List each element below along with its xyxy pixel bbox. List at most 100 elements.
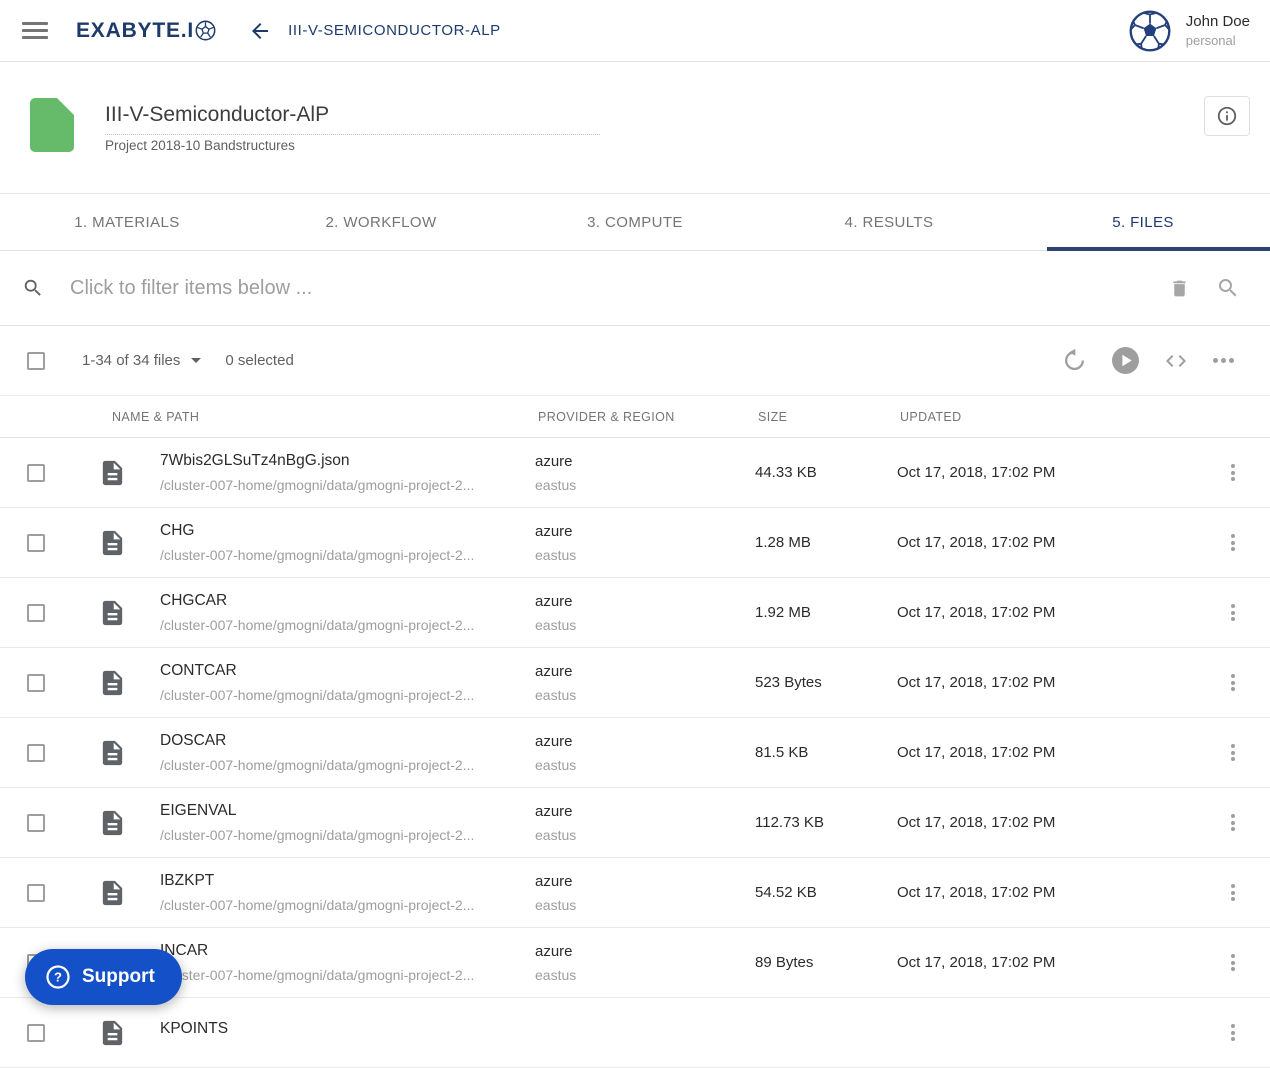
file-name[interactable]: CHGCAR xyxy=(160,592,535,610)
file-size: 1.28 MB xyxy=(755,534,811,551)
file-path: /cluster-007-home/gmogni/data/gmogni-pro… xyxy=(160,477,475,493)
file-icon xyxy=(98,877,127,909)
run-icon[interactable] xyxy=(1112,347,1139,374)
table-row: KPOINTS xyxy=(0,998,1270,1068)
file-icon xyxy=(98,807,127,839)
provider: azure xyxy=(535,522,573,540)
region: eastus xyxy=(535,546,577,563)
file-name[interactable]: DOSCAR xyxy=(160,732,535,750)
search-icon xyxy=(22,277,44,299)
row-menu-icon[interactable] xyxy=(1224,812,1242,834)
tab-bar: 1. MATERIALS 2. WORKFLOW 3. COMPUTE 4. R… xyxy=(0,194,1270,251)
refresh-icon[interactable] xyxy=(1062,348,1087,373)
column-header-provider-region[interactable]: PROVIDER & REGION xyxy=(538,410,758,424)
file-icon xyxy=(98,667,127,699)
table-row: EIGENVAL /cluster-007-home/gmogni/data/g… xyxy=(0,788,1270,858)
file-path: /cluster-007-home/gmogni/data/gmogni-pro… xyxy=(160,967,475,983)
file-name[interactable]: KPOINTS xyxy=(160,1020,535,1038)
user-account-type: personal xyxy=(1185,33,1236,48)
file-name[interactable]: INCAR xyxy=(160,942,535,960)
delete-filter-icon[interactable] xyxy=(1169,277,1190,300)
row-menu-icon[interactable] xyxy=(1224,462,1242,484)
tab-materials[interactable]: 1. MATERIALS xyxy=(0,194,254,250)
tab-workflow[interactable]: 2. WORKFLOW xyxy=(254,194,508,250)
title-underline xyxy=(105,134,600,135)
table-row: CHG /cluster-007-home/gmogni/data/gmogni… xyxy=(0,508,1270,578)
help-icon: ? xyxy=(46,965,70,989)
region: eastus xyxy=(535,896,577,913)
file-name[interactable]: EIGENVAL xyxy=(160,802,535,820)
file-path: /cluster-007-home/gmogni/data/gmogni-pro… xyxy=(160,687,475,703)
row-menu-icon[interactable] xyxy=(1224,672,1242,694)
file-size: 523 Bytes xyxy=(755,674,822,691)
row-checkbox[interactable] xyxy=(27,883,45,902)
more-actions-icon[interactable] xyxy=(1213,358,1234,363)
file-path: /cluster-007-home/gmogni/data/gmogni-pro… xyxy=(160,897,475,913)
back-arrow-icon[interactable] xyxy=(248,19,272,43)
column-header-size[interactable]: SIZE xyxy=(758,410,900,424)
row-checkbox[interactable] xyxy=(27,603,45,622)
file-icon xyxy=(98,457,127,489)
file-name[interactable]: 7Wbis2GLSuTz4nBgG.json xyxy=(160,452,535,470)
soccer-ball-icon xyxy=(195,20,216,41)
table-row: IBZKPT /cluster-007-home/gmogni/data/gmo… xyxy=(0,858,1270,928)
region: eastus xyxy=(535,826,577,843)
row-checkbox[interactable] xyxy=(27,533,45,552)
tab-compute[interactable]: 3. COMPUTE xyxy=(508,194,762,250)
provider: azure xyxy=(535,732,573,750)
breadcrumb[interactable]: III-V-SEMICONDUCTOR-ALP xyxy=(288,22,501,39)
row-menu-icon[interactable] xyxy=(1224,1022,1242,1044)
code-icon[interactable] xyxy=(1164,349,1188,373)
row-menu-icon[interactable] xyxy=(1224,532,1242,554)
pagination-dropdown[interactable]: 1-34 of 34 files xyxy=(82,352,202,369)
file-name[interactable]: CHG xyxy=(160,522,535,540)
advanced-search-icon[interactable] xyxy=(1216,276,1240,300)
row-menu-icon[interactable] xyxy=(1224,882,1242,904)
row-checkbox[interactable] xyxy=(27,743,45,762)
region: eastus xyxy=(535,966,577,983)
row-menu-icon[interactable] xyxy=(1224,602,1242,624)
table-header: NAME & PATH PROVIDER & REGION SIZE UPDAT… xyxy=(0,396,1270,438)
file-path: /cluster-007-home/gmogni/data/gmogni-pro… xyxy=(160,617,475,633)
row-checkbox[interactable] xyxy=(27,463,45,482)
row-checkbox[interactable] xyxy=(27,813,45,832)
table-row: 7Wbis2GLSuTz4nBgG.json /cluster-007-home… xyxy=(0,438,1270,508)
file-name[interactable]: CONTCAR xyxy=(160,662,535,680)
provider: azure xyxy=(535,942,573,960)
file-size: 81.5 KB xyxy=(755,744,809,761)
tab-files[interactable]: 5. FILES xyxy=(1016,194,1270,251)
brand-logo[interactable]: EXABYTE.I xyxy=(76,19,216,43)
file-size: 44.33 KB xyxy=(755,464,817,481)
file-name[interactable]: IBZKPT xyxy=(160,872,535,890)
filter-input[interactable] xyxy=(70,276,1169,300)
menu-icon[interactable] xyxy=(22,22,48,39)
avatar[interactable] xyxy=(1128,9,1172,53)
row-checkbox[interactable] xyxy=(27,673,45,692)
page-title[interactable]: III-V-Semiconductor-AlP xyxy=(105,103,329,127)
svg-text:?: ? xyxy=(54,970,62,985)
info-button[interactable] xyxy=(1204,96,1250,136)
top-bar: EXABYTE.I III-V-SEMICONDUCTOR-ALP John D… xyxy=(0,0,1270,62)
file-updated: Oct 17, 2018, 17:02 PM xyxy=(897,674,1056,691)
column-header-updated[interactable]: UPDATED xyxy=(900,410,1270,424)
row-menu-icon[interactable] xyxy=(1224,952,1242,974)
tab-results[interactable]: 4. RESULTS xyxy=(762,194,1016,250)
support-label: Support xyxy=(82,966,155,987)
table-row: INCAR /cluster-007-home/gmogni/data/gmog… xyxy=(0,928,1270,998)
file-path: /cluster-007-home/gmogni/data/gmogni-pro… xyxy=(160,827,475,843)
row-menu-icon[interactable] xyxy=(1224,742,1242,764)
provider: azure xyxy=(535,452,573,470)
provider: azure xyxy=(535,662,573,680)
user-name[interactable]: John Doe xyxy=(1186,14,1250,29)
table-row: DOSCAR /cluster-007-home/gmogni/data/gmo… xyxy=(0,718,1270,788)
region: eastus xyxy=(535,756,577,773)
row-checkbox[interactable] xyxy=(27,1023,45,1042)
support-button[interactable]: ? Support xyxy=(25,949,182,1005)
project-subtitle: Project 2018-10 Bandstructures xyxy=(105,138,295,153)
file-size: 1.92 MB xyxy=(755,604,811,621)
selected-count: 0 selected xyxy=(225,352,294,369)
select-all-checkbox[interactable] xyxy=(27,351,45,370)
file-size: 54.52 KB xyxy=(755,884,817,901)
filter-bar xyxy=(0,251,1270,326)
column-header-name-path[interactable]: NAME & PATH xyxy=(112,410,538,424)
